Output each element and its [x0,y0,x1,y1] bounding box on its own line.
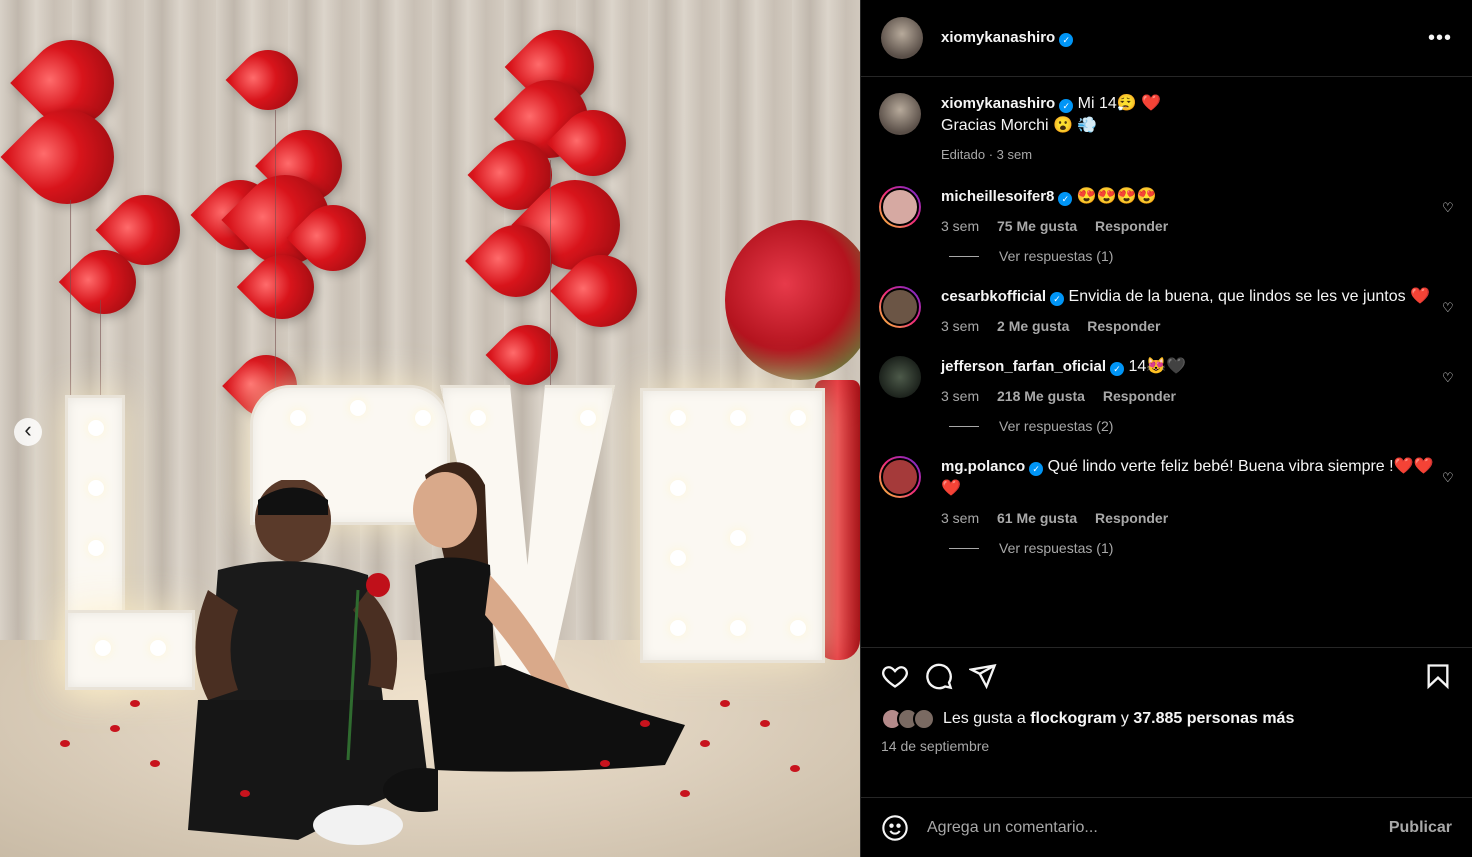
post-photo[interactable]: ‹ [0,0,860,857]
comment-username[interactable]: micheillesoifer8 [941,188,1054,205]
avatar[interactable] [879,356,921,398]
comment-likes[interactable]: 61 Me gusta [997,510,1077,526]
comment-likes[interactable]: 218 Me gusta [997,388,1085,404]
caption: xiomykanashiro ✓ Mi 14😮‍💨 ❤️ Gracias Morc… [879,93,1460,162]
comment-input[interactable] [927,818,1389,837]
comment: micheillesoifer8 ✓ 😍😍😍😍 3 sem 75 Me gusta… [879,186,1460,234]
comment-likes[interactable]: 75 Me gusta [997,218,1077,234]
post-panel: xiomykanashiro ✓ ••• xiomykanashiro ✓ Mi 1… [860,0,1472,857]
avatar[interactable] [879,93,921,135]
comment-username[interactable]: cesarbkofficial [941,288,1046,305]
heart-icon[interactable] [881,662,909,690]
caption-text-line2: Gracias Morchi 😮 💨 [941,117,1098,134]
reply-button[interactable]: Responder [1087,318,1160,334]
heart-icon[interactable]: ♡ [1442,470,1456,485]
caption-text: Mi 14😮‍💨 ❤️ [1077,95,1162,112]
letter-L-base [65,610,195,690]
comment-time: 3 sem [941,218,980,234]
comment-time: 3 sem [941,510,980,526]
heart-icon[interactable]: ♡ [1442,200,1456,215]
more-icon[interactable]: ••• [1428,27,1452,50]
emoji-icon[interactable] [881,814,909,842]
liker-username[interactable]: flockogram [1030,710,1116,728]
likes-count[interactable]: 37.885 personas más [1133,710,1294,728]
avatar[interactable] [879,186,921,228]
save-icon[interactable] [1424,662,1452,690]
comment: mg.polanco ✓ Qué lindo verte feliz bebé! … [879,456,1460,526]
woman-figure [413,462,685,772]
comment-text: Envidia de la buena, que lindos se les v… [1068,288,1430,305]
verified-icon: ✓ [1059,99,1074,113]
heart-icon[interactable]: ♡ [1442,370,1456,385]
verified-icon: ✓ [1059,33,1074,47]
avatar[interactable] [879,286,921,328]
comment-text: 😍😍😍😍 [1076,188,1157,205]
avatar[interactable] [879,456,921,498]
comment-likes[interactable]: 2 Me gusta [997,318,1069,334]
view-replies-button[interactable]: Ver respuestas (1) [949,248,1460,264]
comments-list: xiomykanashiro ✓ Mi 14😮‍💨 ❤️ Gracias Morc… [861,77,1472,647]
post-viewer: ‹ xiomykanashiro ✓ ••• xiomykanashiro ✓ Mi… [0,0,1472,857]
comment-username[interactable]: jefferson_farfan_oficial [941,358,1106,375]
likes-summary: Les gusta a flockogram y 37.885 personas… [881,708,1452,730]
comment-time: 3 sem [941,388,980,404]
view-replies-button[interactable]: Ver respuestas (2) [949,418,1460,434]
post-date: 14 de septiembre [881,738,990,754]
comment-text: 14😻🖤 [1128,358,1187,375]
avatar[interactable] [881,17,923,59]
view-replies-button[interactable]: Ver respuestas (1) [949,540,1460,556]
verified-icon: ✓ [1050,292,1065,306]
caption-meta: Editado · 3 sem [941,147,1033,162]
publish-button[interactable]: Publicar [1389,819,1452,837]
verified-icon: ✓ [1029,462,1044,476]
verified-icon: ✓ [1058,192,1073,206]
share-icon[interactable] [969,662,997,690]
heart-icon[interactable]: ♡ [1442,300,1456,315]
carousel-prev-icon[interactable]: ‹ [14,418,42,446]
post-actions: Les gusta a flockogram y 37.885 personas… [861,647,1472,797]
comment: cesarbkofficial ✓ Envidia de la buena, qu… [879,286,1460,334]
liker-avatars [881,708,935,730]
author-username[interactable]: xiomykanashiro [941,29,1055,46]
post-header: xiomykanashiro ✓ ••• [861,0,1472,77]
comment: jefferson_farfan_oficial ✓ 14😻🖤 3 sem 218… [879,356,1460,404]
reply-button[interactable]: Responder [1103,388,1176,404]
comment-time: 3 sem [941,318,980,334]
caption-username[interactable]: xiomykanashiro [941,95,1055,112]
reply-button[interactable]: Responder [1095,218,1168,234]
comment-username[interactable]: mg.polanco [941,458,1025,475]
add-comment-bar: Publicar [861,797,1472,857]
reply-button[interactable]: Responder [1095,510,1168,526]
verified-icon: ✓ [1110,362,1125,376]
comment-icon[interactable] [925,662,953,690]
